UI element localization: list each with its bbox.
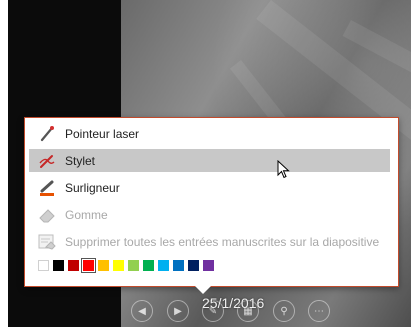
erase-all-icon <box>37 233 57 251</box>
slide-date: 25/1/2016 <box>202 295 265 311</box>
menu-item-eraser[interactable]: Gomme <box>29 203 390 226</box>
eraser-icon <box>37 206 57 224</box>
menu-item-label: Gomme <box>65 207 108 222</box>
pen-options-menu: Pointeur laser Stylet Surligneur Gomme S… <box>24 117 399 287</box>
more-options-icon: ⋯ <box>314 305 324 317</box>
mouse-cursor-icon <box>277 160 290 179</box>
menu-item-label: Surligneur <box>65 180 120 195</box>
next-icon: ▶ <box>174 305 182 317</box>
color-swatch[interactable] <box>173 260 184 271</box>
zoom-button[interactable]: ⚲ <box>273 300 295 322</box>
menu-item-label: Supprimer toutes les entrées manuscrites… <box>65 234 380 249</box>
menu-item-highlighter[interactable]: Surligneur <box>29 176 390 199</box>
color-swatch[interactable] <box>203 260 214 271</box>
color-swatch[interactable] <box>188 260 199 271</box>
previous-slide-button[interactable]: ◀ <box>131 300 153 322</box>
menu-item-label: Stylet <box>65 153 96 168</box>
more-options-button[interactable]: ⋯ <box>308 300 330 322</box>
zoom-icon: ⚲ <box>280 305 288 317</box>
color-swatch[interactable] <box>81 258 96 273</box>
menu-item-laser-pointer[interactable]: Pointeur laser <box>29 122 390 145</box>
color-swatch[interactable] <box>53 260 64 271</box>
color-swatch[interactable] <box>38 260 49 271</box>
menu-item-pen[interactable]: Stylet <box>29 149 390 172</box>
menu-item-label: Pointeur laser <box>65 126 140 141</box>
color-swatch[interactable] <box>113 260 124 271</box>
color-swatch[interactable] <box>158 260 169 271</box>
menu-pointer-arrow <box>195 286 211 294</box>
ink-color-palette <box>38 258 218 273</box>
laser-pointer-icon <box>37 125 57 143</box>
previous-icon: ◀ <box>138 305 146 317</box>
next-slide-button[interactable]: ▶ <box>167 300 189 322</box>
highlighter-icon <box>37 179 57 197</box>
color-swatch[interactable] <box>68 260 79 271</box>
color-swatch[interactable] <box>128 260 139 271</box>
menu-item-erase-all-ink[interactable]: Supprimer toutes les entrées manuscrites… <box>29 230 390 253</box>
color-swatch[interactable] <box>98 260 109 271</box>
pen-icon <box>37 152 57 170</box>
color-swatch[interactable] <box>143 260 154 271</box>
